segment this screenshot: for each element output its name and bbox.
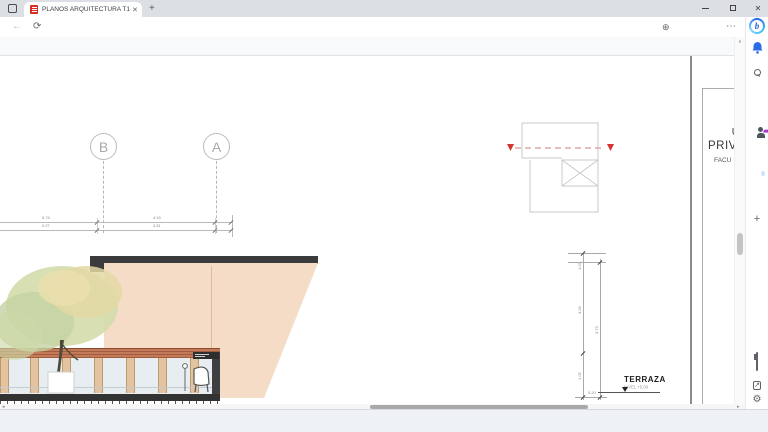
sidebar-search-icon[interactable] (749, 63, 765, 79)
dimension-label: 3.81 (153, 224, 161, 229)
vertical-scrollbar-thumb[interactable] (737, 233, 743, 255)
tab-close-icon[interactable]: ✕ (132, 6, 138, 14)
pdf-page: B A 5.74 0.27 4.19 3.81 1.03 4.28 4.73 1… (0, 56, 734, 404)
dimension-label: 5.74 (42, 216, 50, 221)
scroll-up-icon[interactable]: ∧ (738, 39, 742, 45)
dimension-label: 0.27 (42, 224, 50, 229)
tab-strip: PLANOS ARQUITECTURA T10.p ✕ + ✕ (0, 0, 768, 17)
dimension-label: 0.20 (588, 391, 596, 396)
maximize-button[interactable] (728, 4, 738, 13)
title-block-text: PRIV (708, 140, 734, 152)
furniture-label (193, 352, 219, 359)
refresh-icon[interactable]: ⟳ (33, 20, 41, 34)
key-plan (507, 122, 614, 213)
dimension-label: 1.05 (578, 372, 583, 380)
close-button[interactable]: ✕ (753, 4, 763, 13)
pdf-toolbar: ≡ ✎ Dibujar Lectura en voz alta − + de 2… (0, 37, 745, 99)
tab-title: PLANOS ARQUITECTURA T10.p (42, 6, 130, 13)
open-external-icon[interactable]: ↗ (749, 374, 765, 390)
navigation-bar: ← ⟳ i Archivo | D:/Users/JOAR/Desktop/UP… (0, 17, 768, 52)
chair-illustration (182, 363, 210, 393)
tab-actions-icon[interactable] (8, 4, 17, 13)
pdf-file-icon (30, 5, 38, 14)
people-icon[interactable] (749, 126, 765, 142)
room-label: TERRAZA (624, 375, 666, 384)
dimension-label: 1.03 (578, 262, 583, 270)
collections-icon[interactable]: ⊕ (662, 20, 670, 34)
shopping-tag-icon[interactable] (749, 83, 765, 99)
page-border (690, 56, 692, 404)
section-marker-icon (507, 144, 514, 151)
copilot-icon[interactable]: b (749, 18, 765, 34)
tab-preview-icon[interactable] (749, 352, 765, 371)
notifications-bell-icon[interactable] (749, 40, 765, 56)
more-menu-icon[interactable]: ⋯ (726, 20, 736, 34)
basket-icon[interactable] (749, 105, 765, 121)
camera-icon[interactable] (749, 169, 765, 185)
sidebar-settings-icon[interactable]: ⚙ (749, 394, 765, 410)
tree-illustration (0, 266, 122, 394)
title-block-text: FACU (714, 157, 732, 164)
discover-icon[interactable] (749, 148, 765, 164)
minimize-button[interactable] (700, 4, 710, 13)
grid-axis-b: B (90, 133, 117, 160)
taskbar: A Ps G (0, 409, 768, 432)
wall-sloped (218, 263, 318, 398)
games-icon[interactable] (749, 191, 765, 207)
title-block: U PRIV FACU (702, 88, 734, 404)
back-icon[interactable]: ← (12, 20, 22, 34)
tab-pdf[interactable]: PLANOS ARQUITECTURA T10.p ✕ (24, 2, 142, 17)
grid-axis-a: A (203, 133, 230, 160)
vertical-scrollbar[interactable]: ∧ (734, 37, 745, 404)
sidebar-add-icon[interactable]: + (749, 213, 765, 229)
dimension-label: 4.19 (153, 216, 161, 221)
section-marker-icon (607, 144, 614, 151)
new-tab-button[interactable]: + (149, 3, 155, 14)
dimension-label: 4.28 (578, 306, 583, 314)
browser-window: PLANOS ARQUITECTURA T10.p ✕ + ✕ ← ⟳ i Ar… (0, 0, 768, 432)
level-marker-icon (622, 387, 628, 392)
dimension-label: 4.73 (595, 326, 600, 334)
